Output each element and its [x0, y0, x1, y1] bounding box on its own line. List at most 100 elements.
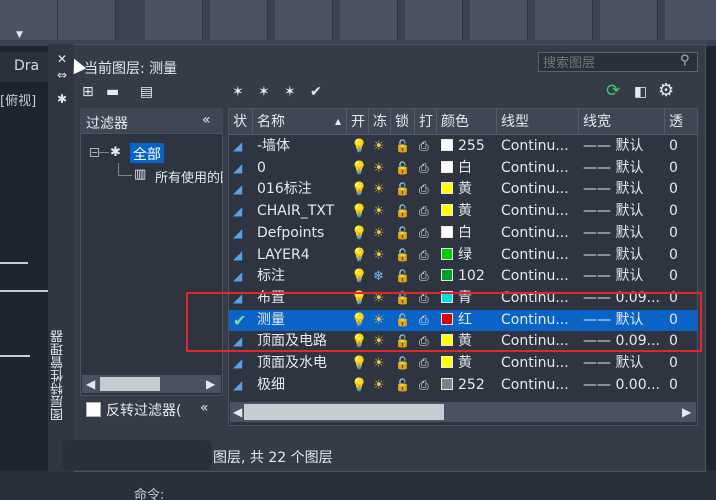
color-swatch[interactable]: [441, 377, 453, 390]
transparency-cell[interactable]: 0: [669, 375, 697, 396]
col-freeze-header[interactable]: 冻: [369, 109, 391, 135]
on-cell[interactable]: 💡: [351, 158, 369, 179]
color-cell[interactable]: 白: [441, 223, 497, 244]
lineweight-cell[interactable]: —— 默认: [583, 266, 665, 287]
printer-icon[interactable]: ⎙: [419, 378, 429, 392]
layer-name-cell[interactable]: CHAIR_TXT: [257, 201, 347, 222]
col-status-header[interactable]: 状: [229, 109, 253, 135]
lightbulb-on-icon[interactable]: 💡: [351, 269, 367, 284]
sun-thawed-icon[interactable]: ☀: [373, 248, 385, 263]
chevron-down-icon[interactable]: ▼: [16, 30, 23, 40]
layer-row[interactable]: ◢ 016标注 💡 ☀ 🔓 ⎙ 黄 Continu... —— 默认 0: [229, 179, 697, 201]
printer-icon[interactable]: ⎙: [419, 248, 429, 262]
sun-thawed-icon[interactable]: ☀: [373, 139, 385, 154]
status-cell[interactable]: ◢: [233, 158, 253, 179]
on-cell[interactable]: 💡: [351, 223, 369, 244]
freeze-cell[interactable]: ☀: [373, 179, 391, 200]
printer-icon[interactable]: ⎙: [419, 226, 429, 240]
set-current-icon[interactable]: ✔: [310, 84, 322, 100]
on-cell[interactable]: 💡: [351, 136, 369, 157]
lineweight-cell[interactable]: —— 默认: [583, 245, 665, 266]
plot-cell[interactable]: ⎙: [419, 266, 437, 287]
new-property-filter-icon[interactable]: ⊞: [82, 84, 94, 100]
invert-filter-checkbox[interactable]: [86, 402, 101, 417]
sun-thawed-icon[interactable]: ☀: [373, 204, 385, 219]
col-on-header[interactable]: 开: [347, 109, 369, 135]
sun-thawed-icon[interactable]: ☀: [373, 161, 385, 176]
status-cell[interactable]: ◢: [233, 245, 253, 266]
lock-cell[interactable]: 🔓: [395, 158, 415, 179]
ribbon-button[interactable]: [210, 0, 268, 40]
layer-name-cell[interactable]: -墙体: [257, 136, 347, 157]
scroll-right-icon[interactable]: ▶: [682, 403, 691, 421]
ribbon-button[interactable]: [665, 0, 716, 40]
color-swatch[interactable]: [441, 160, 453, 173]
unlock-icon[interactable]: 🔓: [395, 161, 410, 175]
status-cell[interactable]: ◢: [233, 375, 253, 396]
lock-cell[interactable]: 🔓: [395, 201, 415, 222]
col-color-header[interactable]: 颜色: [437, 109, 497, 135]
color-swatch[interactable]: [441, 139, 453, 151]
freeze-cell[interactable]: ☀: [373, 201, 391, 222]
layer-name-cell[interactable]: 016标注: [257, 179, 347, 200]
on-cell[interactable]: 💡: [351, 375, 369, 396]
lightbulb-on-icon[interactable]: 💡: [351, 226, 367, 241]
lock-cell[interactable]: 🔓: [395, 179, 415, 200]
unlock-icon[interactable]: 🔓: [395, 356, 410, 370]
linetype-cell[interactable]: Continu...: [501, 201, 579, 222]
color-cell[interactable]: 黄: [441, 179, 497, 200]
layer-name-cell[interactable]: 极细: [257, 375, 347, 396]
linetype-cell[interactable]: Continu...: [501, 158, 579, 179]
color-swatch[interactable]: [441, 247, 453, 260]
on-cell[interactable]: 💡: [351, 201, 369, 222]
sun-thawed-icon[interactable]: ☀: [373, 182, 385, 197]
ribbon-button[interactable]: [145, 0, 203, 40]
scroll-thumb[interactable]: [100, 377, 160, 391]
lock-cell[interactable]: 🔓: [395, 136, 415, 157]
scroll-thumb[interactable]: [244, 404, 444, 420]
printer-icon[interactable]: ⎙: [419, 204, 429, 218]
lightbulb-on-icon[interactable]: 💡: [351, 356, 367, 371]
freeze-cell[interactable]: ☀: [373, 136, 391, 157]
color-cell[interactable]: 252: [441, 375, 497, 396]
col-transparency-header[interactable]: 透: [665, 109, 697, 135]
command-line[interactable]: [0, 470, 716, 500]
color-cell[interactable]: 黄: [441, 201, 497, 222]
layer-settings-icon[interactable]: ◧: [634, 84, 647, 100]
layer-name-cell[interactable]: LAYER4: [257, 245, 347, 266]
plot-cell[interactable]: ⎙: [419, 223, 437, 244]
lock-cell[interactable]: 🔓: [395, 375, 415, 396]
linetype-cell[interactable]: Continu...: [501, 136, 579, 157]
linetype-cell[interactable]: Continu...: [501, 245, 579, 266]
lightbulb-on-icon[interactable]: 💡: [351, 139, 367, 154]
scroll-left-icon[interactable]: ◀: [86, 375, 95, 393]
view-label[interactable]: [俯视]: [0, 90, 36, 109]
lightbulb-on-icon[interactable]: 💡: [351, 204, 367, 219]
ribbon-button[interactable]: [0, 0, 58, 40]
lineweight-cell[interactable]: —— 默认: [583, 223, 665, 244]
ribbon-button[interactable]: [535, 0, 593, 40]
collapse-panel-icon[interactable]: «: [200, 400, 209, 416]
freeze-cell[interactable]: ☀: [373, 353, 391, 374]
ribbon-button[interactable]: [275, 0, 333, 40]
plot-cell[interactable]: ⎙: [419, 179, 437, 200]
color-swatch[interactable]: [441, 269, 453, 282]
ribbon-button[interactable]: [405, 0, 463, 40]
freeze-cell[interactable]: ❄: [373, 266, 391, 287]
col-plot-header[interactable]: 打: [415, 109, 437, 135]
on-cell[interactable]: 💡: [351, 266, 369, 287]
ribbon-button[interactable]: [340, 0, 398, 40]
lock-cell[interactable]: 🔓: [395, 223, 415, 244]
lightbulb-on-icon[interactable]: 💡: [351, 161, 367, 176]
ribbon-button[interactable]: [58, 0, 116, 40]
printer-icon[interactable]: ⎙: [419, 139, 429, 153]
freeze-cell[interactable]: ☀: [373, 245, 391, 266]
sun-thawed-icon[interactable]: ☀: [373, 226, 385, 241]
lightbulb-on-icon[interactable]: 💡: [351, 182, 367, 197]
freeze-cell[interactable]: ☀: [373, 158, 391, 179]
scroll-left-icon[interactable]: ◀: [233, 403, 242, 421]
status-cell[interactable]: ◢: [233, 353, 253, 374]
color-swatch[interactable]: [441, 356, 453, 368]
layer-states-manager-icon[interactable]: ▤: [140, 84, 153, 100]
transparency-cell[interactable]: 0: [669, 245, 697, 266]
